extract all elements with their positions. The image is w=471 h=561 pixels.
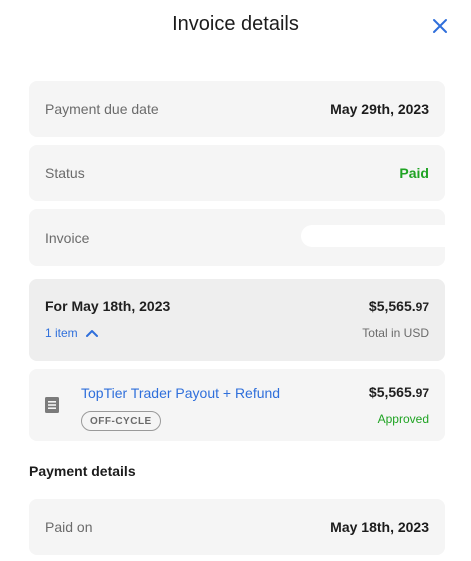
invoice-label: Invoice bbox=[45, 229, 90, 246]
line-item-name-link[interactable]: TopTier Trader Payout + Refund bbox=[81, 385, 280, 401]
total-currency-note: Total in USD bbox=[362, 326, 429, 340]
status-badge: Paid bbox=[399, 165, 429, 181]
line-item: TopTier Trader Payout + Refund OFF-CYCLE… bbox=[29, 369, 445, 441]
summary-amount-main: $5,565. bbox=[368, 298, 416, 314]
items-toggle[interactable]: 1 item bbox=[45, 326, 98, 340]
page-title: Invoice details bbox=[172, 13, 299, 35]
payment-details-heading: Payment details bbox=[29, 463, 136, 479]
line-item-amount-main: $5,565. bbox=[368, 384, 416, 400]
paid-on-label: Paid on bbox=[45, 519, 93, 535]
items-count: 1 item bbox=[45, 326, 78, 340]
paid-on-row: Paid on May 18th, 2023 bbox=[29, 499, 445, 555]
line-item-amount: $5,565.97 bbox=[369, 384, 429, 400]
summary-amount-cents: 97 bbox=[415, 300, 429, 314]
header: Invoice details bbox=[0, 0, 471, 52]
line-item-status: Approved bbox=[377, 412, 429, 426]
invoice-details-panel: Invoice details Payment due date May 29t… bbox=[0, 0, 471, 561]
summary-date: For May 18th, 2023 bbox=[45, 298, 171, 314]
document-icon bbox=[45, 397, 59, 413]
status-label: Status bbox=[45, 165, 85, 181]
payment-due-date-value: May 29th, 2023 bbox=[330, 101, 429, 117]
paid-on-value: May 18th, 2023 bbox=[330, 519, 429, 535]
chevron-up-icon bbox=[85, 330, 98, 337]
redacted-invoice-number bbox=[301, 225, 455, 247]
payment-due-date-row: Payment due date May 29th, 2023 bbox=[29, 81, 445, 137]
status-row: Status Paid bbox=[29, 145, 445, 201]
line-item-amount-cents: 97 bbox=[415, 386, 429, 400]
summary-amount: $5,565.97 bbox=[369, 298, 429, 314]
close-button[interactable] bbox=[428, 14, 452, 38]
payment-due-date-label: Payment due date bbox=[45, 101, 159, 117]
invoice-summary: For May 18th, 2023 $5,565.97 1 item Tota… bbox=[29, 279, 445, 361]
off-cycle-badge: OFF-CYCLE bbox=[81, 411, 161, 431]
invoice-row: Invoice bbox=[29, 209, 455, 266]
close-icon bbox=[433, 19, 447, 33]
